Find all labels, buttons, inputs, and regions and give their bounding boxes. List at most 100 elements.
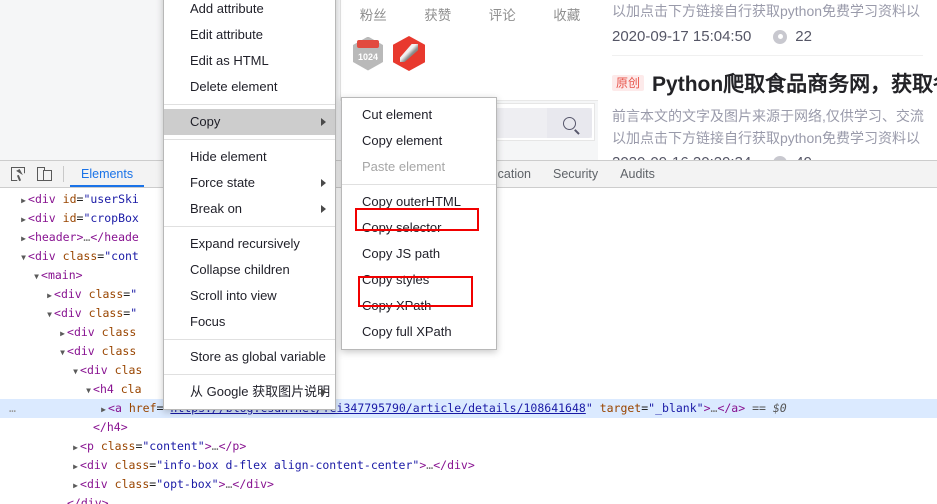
dom-tree-row[interactable]: </h4> (0, 418, 937, 437)
copy-submenu-item-label: Copy element (362, 133, 443, 148)
article-2-title[interactable]: Python爬取食品商务网，获取各类 (652, 68, 937, 98)
profile-stats-card: 粉丝 获赞 评论 收藏 1024 (340, 0, 600, 101)
article-2-desc-line2: 以加点击下方链接自行获取python免费学习资料以 (612, 130, 921, 146)
context-menu-item-store-as-global-variable[interactable]: Store as global variable (164, 344, 335, 370)
element-context-menu[interactable]: Add attribute Edit attribute Edit as HTML D… (163, 0, 336, 410)
toggle-device-toolbar-icon (36, 167, 52, 181)
inspect-element-button[interactable] (5, 162, 31, 186)
context-menu-item-label: Break on (190, 201, 243, 216)
context-menu-item-copy[interactable]: Copy (164, 109, 335, 135)
context-menu-item-expand-recursively[interactable]: Expand recursively (164, 231, 335, 257)
context-menu-item-break-on[interactable]: Break on (164, 196, 335, 222)
copy-submenu-item-label: Copy XPath (362, 298, 432, 313)
chevron-right-icon (321, 388, 326, 396)
copy-submenu-item-label: Cut element (362, 107, 433, 122)
context-menu-item-google[interactable]: 从 Google 获取图片说明 (164, 379, 335, 405)
context-menu-separator (164, 374, 335, 375)
badge-list: 1024 (353, 36, 425, 71)
tab-elements[interactable]: Elements (70, 161, 145, 187)
copy-submenu-item-label: Copy full XPath (362, 324, 452, 339)
stat-label-favorites[interactable]: 收藏 (553, 4, 580, 24)
badge-cap-shape (357, 39, 379, 48)
tree-disclosure-triangle[interactable]: ▶ (99, 400, 108, 419)
dom-tree-row[interactable]: ▶ <div class="opt-box">…</div> (0, 475, 937, 494)
context-menu-item-label: Scroll into view (190, 288, 277, 303)
original-tag: 原创 (612, 75, 645, 91)
copy-submenu-item-label: Copy JS path (362, 246, 441, 261)
tree-disclosure-triangle[interactable]: ▼ (32, 267, 41, 286)
context-menu-separator (164, 139, 335, 140)
copy-submenu-item-copy-full-xpath[interactable]: Copy full XPath (342, 319, 496, 345)
tree-disclosure-triangle[interactable]: ▶ (58, 324, 67, 343)
context-menu-item-label: Delete element (190, 79, 278, 94)
article-1-meta: 2020-09-17 15:04:50 22 (612, 28, 923, 45)
tree-disclosure-triangle[interactable]: ▼ (84, 381, 93, 400)
dom-tree-row[interactable]: ▼ <div clas (0, 361, 937, 380)
context-menu-item-edit-as-html[interactable]: Edit as HTML (164, 48, 335, 74)
search-icon (563, 116, 576, 130)
copy-submenu-item-copy-element[interactable]: Copy element (342, 128, 496, 154)
context-menu-item-label: Force state (190, 175, 256, 190)
1024-badge-icon[interactable]: 1024 (353, 36, 383, 71)
dom-tree-row[interactable]: ▼ <h4 cla (0, 380, 937, 399)
context-menu-item-add-attribute[interactable]: Add attribute (164, 0, 335, 22)
dom-tree-row[interactable]: ▶ <p class="content">…</p> (0, 437, 937, 456)
article-2-title-row[interactable]: 原创 Python爬取食品商务网，获取各类 (612, 68, 937, 98)
stat-label-fans[interactable]: 粉丝 (360, 4, 387, 24)
tree-disclosure-triangle[interactable]: ▶ (45, 286, 54, 305)
context-menu-item-force-state[interactable]: Force state (164, 170, 335, 196)
context-menu-separator (164, 339, 335, 340)
stats-row: 粉丝 获赞 评论 收藏 (341, 4, 599, 24)
tree-disclosure-triangle[interactable]: ▼ (58, 343, 67, 362)
copy-submenu-item-label: Copy outerHTML (362, 194, 461, 209)
context-menu-separator (164, 104, 335, 105)
tree-disclosure-triangle[interactable]: ▼ (71, 362, 80, 381)
copy-submenu-item-copy-styles[interactable]: Copy styles (342, 267, 496, 293)
context-menu-item-focus[interactable]: Focus (164, 309, 335, 335)
blog-pen-badge-icon[interactable] (393, 36, 425, 71)
stat-label-likes[interactable]: 获赞 (424, 4, 451, 24)
context-menu-item-label: Expand recursively (190, 236, 300, 251)
tree-disclosure-triangle[interactable]: ▶ (71, 438, 80, 457)
dom-tree-row[interactable]: ▶ <div class="info-box d-flex align-conte… (0, 456, 937, 475)
tree-disclosure-triangle[interactable]: ▼ (19, 248, 28, 267)
chevron-right-icon (321, 118, 326, 126)
tree-disclosure-triangle[interactable]: ▶ (19, 191, 28, 210)
context-menu-item-edit-attribute[interactable]: Edit attribute (164, 22, 335, 48)
context-menu-item-label: Add attribute (190, 1, 264, 16)
tab-audits[interactable]: Audits (609, 161, 666, 187)
context-menu-item-scroll-into-view[interactable]: Scroll into view (164, 283, 335, 309)
tree-disclosure-triangle[interactable]: ▼ (45, 305, 54, 324)
copy-submenu-item-copy-selector[interactable]: Copy selector (342, 215, 496, 241)
views-eye-icon (773, 29, 788, 44)
context-menu-item-delete-element[interactable]: Delete element (164, 74, 335, 100)
copy-submenu-item-copy-xpath[interactable]: Copy XPath (342, 293, 496, 319)
toggle-device-toolbar-button[interactable] (31, 162, 57, 186)
toolbar-divider (63, 166, 64, 182)
context-menu-item-collapse-children[interactable]: Collapse children (164, 257, 335, 283)
copy-submenu-item-copy-js-path[interactable]: Copy JS path (342, 241, 496, 267)
tree-ellipsis-marker[interactable]: … (0, 399, 26, 418)
copy-submenu[interactable]: Cut element Copy element Paste element Copy… (341, 97, 497, 350)
context-menu-item-label: 从 Google 获取图片说明 (190, 384, 331, 399)
context-menu-item-label: Copy (190, 114, 221, 129)
context-menu-item-label: Store as global variable (190, 349, 326, 364)
tree-disclosure-triangle[interactable]: ▶ (71, 457, 80, 476)
tree-disclosure-triangle[interactable]: ▶ (19, 210, 28, 229)
dom-tree-row-selected[interactable]: …▶<a href="https://blog.csdn.net/fei3477… (0, 399, 937, 418)
tree-disclosure-triangle[interactable]: ▶ (71, 476, 80, 495)
tree-disclosure-triangle[interactable]: ▶ (19, 229, 28, 248)
stat-label-comments[interactable]: 评论 (489, 4, 516, 24)
copy-submenu-item-cut-element[interactable]: Cut element (342, 102, 496, 128)
submenu-separator (342, 184, 496, 185)
context-menu-item-label: Edit as HTML (190, 53, 269, 68)
context-menu-item-hide-element[interactable]: Hide element (164, 144, 335, 170)
dom-tree-row[interactable]: </div> (0, 494, 937, 504)
chevron-right-icon (321, 179, 326, 187)
copy-submenu-item-label: Copy selector (362, 220, 442, 235)
copy-submenu-item-copy-outerhtml[interactable]: Copy outerHTML (342, 189, 496, 215)
context-menu-item-label: Collapse children (190, 262, 290, 277)
search-button[interactable] (547, 108, 592, 138)
article-2-desc-line1: 前言本文的文字及图片来源于网络,仅供学习、交流 (612, 108, 924, 124)
tab-security[interactable]: Security (542, 161, 609, 187)
